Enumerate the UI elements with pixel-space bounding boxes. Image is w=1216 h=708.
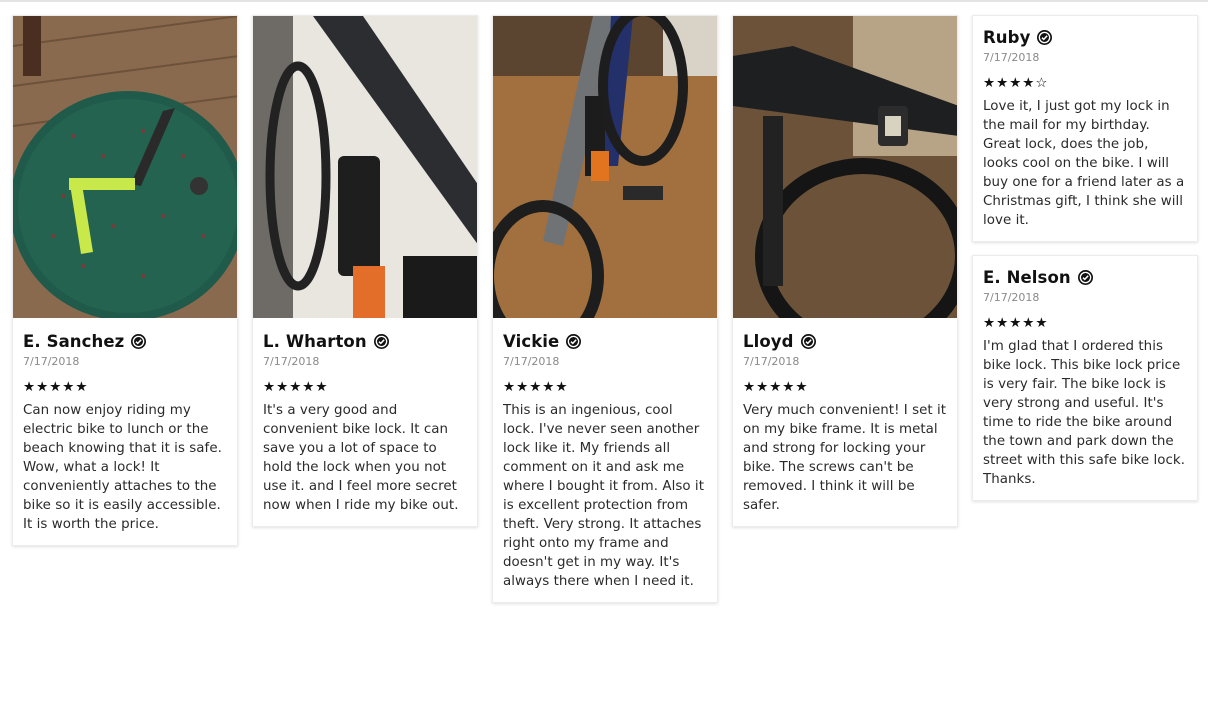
review-date: 7/17/2018 [23, 355, 80, 368]
review-card[interactable]: E. Nelson 7/17/2018 ★★★★★ I'm glad that … [972, 255, 1198, 501]
review-text: Can now enjoy riding my electric bike to… [23, 403, 222, 532]
review-card[interactable]: Lloyd 7/17/2018 ★★★★★ Very much convenie… [732, 15, 958, 527]
verified-check-icon [1037, 29, 1053, 45]
review-card[interactable]: L. Wharton 7/17/2018 ★★★★★ It's a very g… [252, 15, 478, 527]
review-date: 7/17/2018 [983, 291, 1040, 304]
review-text: This is an ingenious, cool lock. I've ne… [503, 403, 704, 589]
review-card[interactable]: E. Sanchez 7/17/2018 ★★★★★ Can now enjoy… [12, 15, 238, 546]
verified-check-icon [566, 333, 582, 349]
review-column-4: Lloyd 7/17/2018 ★★★★★ Very much convenie… [732, 15, 958, 540]
verified-check-icon [800, 333, 816, 349]
star-rating: ★★★★★ [743, 379, 809, 395]
review-date: 7/17/2018 [743, 355, 800, 368]
verified-check-icon [1077, 269, 1093, 285]
reviewer-name: Lloyd [743, 331, 794, 351]
review-text: Very much convenient! I set it on my bik… [743, 403, 947, 513]
star-rating: ★★★★★ [263, 379, 329, 395]
reviewer-name: E. Sanchez [23, 331, 125, 351]
review-date: 7/17/2018 [503, 355, 560, 368]
review-photo[interactable] [493, 16, 717, 318]
review-card[interactable]: Ruby 7/17/2018 ★★★★☆ Love it, I just got… [972, 15, 1198, 242]
review-photo[interactable] [253, 16, 477, 318]
review-column-5: Ruby 7/17/2018 ★★★★☆ Love it, I just got… [972, 15, 1198, 514]
verified-check-icon [131, 333, 147, 349]
reviewer-name: Ruby [983, 27, 1031, 47]
verified-check-icon [373, 333, 389, 349]
review-column-3: Vickie 7/17/2018 ★★★★★ This is an ingeni… [492, 15, 718, 616]
review-card[interactable]: Vickie 7/17/2018 ★★★★★ This is an ingeni… [492, 15, 718, 603]
reviewer-name: E. Nelson [983, 267, 1071, 287]
review-column-1: E. Sanchez 7/17/2018 ★★★★★ Can now enjoy… [12, 15, 238, 559]
star-rating: ★★★★★ [983, 315, 1049, 331]
review-column-2: L. Wharton 7/17/2018 ★★★★★ It's a very g… [252, 15, 478, 540]
star-rating: ★★★★★ [503, 379, 569, 395]
star-rating: ★★★★☆ [983, 75, 1049, 91]
review-text: I'm glad that I ordered this bike lock. … [983, 339, 1186, 487]
review-text: It's a very good and convenient bike loc… [263, 403, 459, 513]
reviewer-name: Vickie [503, 331, 560, 351]
star-rating: ★★★★★ [23, 379, 89, 395]
review-photo[interactable] [733, 16, 957, 318]
review-date: 7/17/2018 [983, 51, 1040, 64]
top-divider [0, 0, 1208, 2]
review-text: Love it, I just got my lock in the mail … [983, 99, 1185, 228]
review-date: 7/17/2018 [263, 355, 320, 368]
reviewer-name: L. Wharton [263, 331, 367, 351]
review-photo[interactable] [13, 16, 237, 318]
